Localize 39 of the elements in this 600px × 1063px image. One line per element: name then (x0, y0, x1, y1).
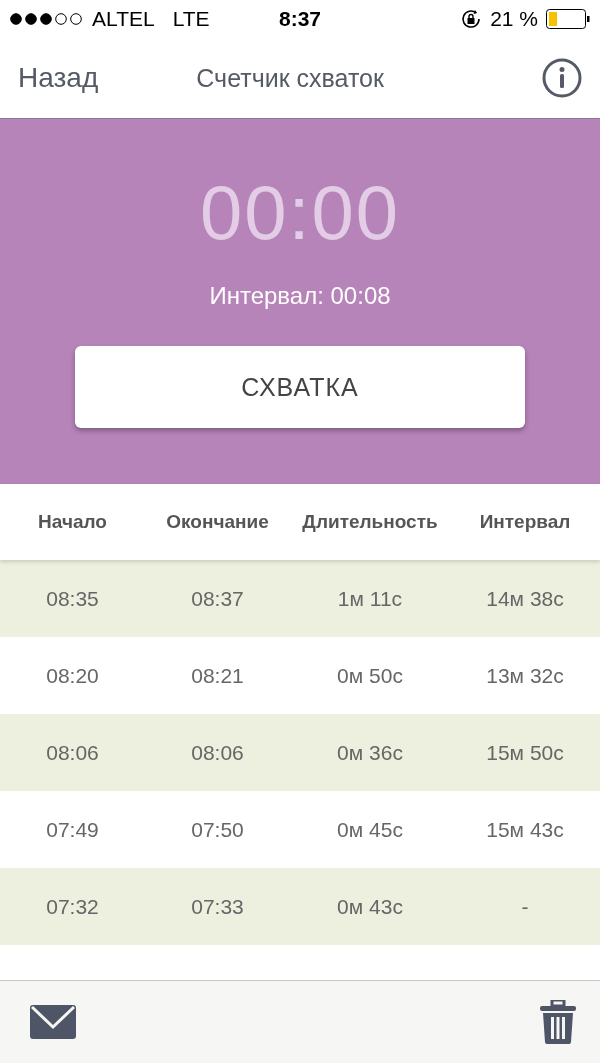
table-cell-text: - (520, 894, 530, 919)
table-cell-text: 07:32 (45, 894, 100, 919)
battery-percent: 21 % (490, 7, 538, 31)
column-header: Начало (37, 511, 108, 533)
table-cell-text: 0м 43с (336, 894, 404, 919)
battery-icon (546, 9, 590, 29)
carrier-name: ALTEL (92, 7, 155, 31)
table-cell-text: 08:35 (45, 586, 100, 611)
column-header: Интервал (478, 511, 572, 533)
table-cell-text: 07:33 (190, 894, 245, 919)
table-cell-text: 15м 50с (485, 740, 565, 765)
contraction-button[interactable]: СХВАТКА (75, 346, 525, 428)
table-cell-text: 08:20 (45, 663, 100, 688)
signal-icon (10, 13, 84, 25)
screen-title: Счетчик схваток (195, 63, 385, 93)
table-cell-text: 0м 50с (336, 663, 404, 688)
column-header: Окончание (165, 511, 270, 533)
timer-display: 00:00 (199, 169, 401, 256)
table-cell-text: 13м 32с (485, 663, 565, 688)
column-header: Длительность (301, 511, 439, 533)
table-cell-text: 08:06 (45, 740, 100, 765)
trash-icon[interactable] (540, 1000, 576, 1044)
table-cell-text: 07:49 (45, 817, 100, 842)
mail-icon[interactable] (30, 1005, 76, 1039)
table-cell-text: 14м 38с (485, 586, 565, 611)
table-cell-text: 0м 45с (336, 817, 404, 842)
back-link[interactable]: Назад (18, 62, 99, 94)
table-cell-text: 08:21 (190, 663, 245, 688)
table-cell-text: 07:50 (190, 817, 245, 842)
table-cell-text: 08:06 (190, 740, 245, 765)
clock: 8:37 (279, 7, 321, 31)
network-type: LTE (172, 7, 210, 31)
rotation-lock-icon (460, 8, 483, 30)
table-cell-text: 0м 36с (336, 740, 404, 765)
table-cell-text: 1м 11с (336, 586, 404, 611)
table-cell-text: 08:37 (190, 586, 245, 611)
table-cell-text: 15м 43с (485, 817, 565, 842)
interval-label: Интервал: 00:08 (209, 282, 391, 310)
info-icon[interactable] (542, 58, 582, 98)
